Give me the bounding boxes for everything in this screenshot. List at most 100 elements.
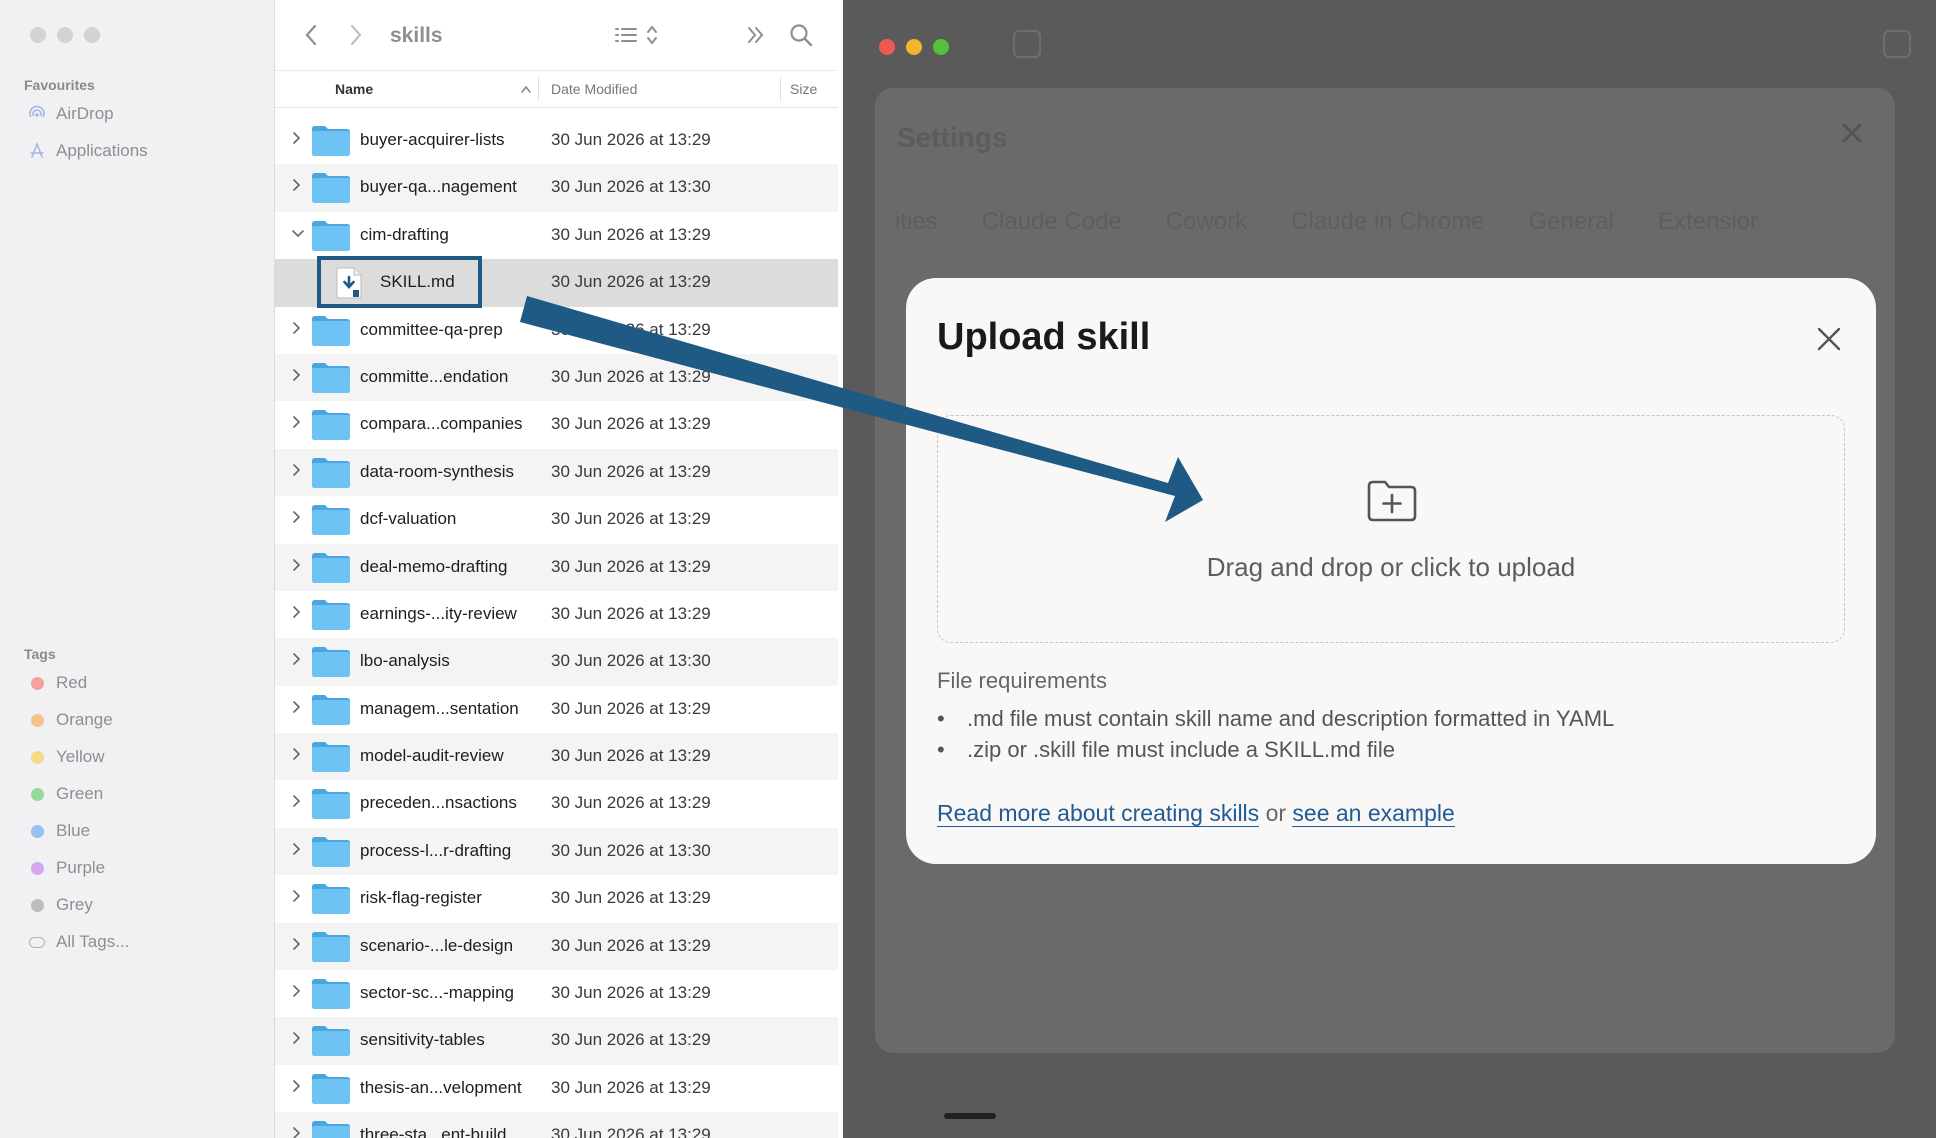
tab-claude-code[interactable]: Claude Code xyxy=(982,208,1122,236)
chevron-right-icon[interactable] xyxy=(292,558,302,571)
chevron-right-icon[interactable] xyxy=(292,1031,302,1045)
app-window: Settings ities Claude Code Cowork Claude in… xyxy=(843,0,1936,1138)
row-date: 30 Jun 2026 at 13:29 xyxy=(551,366,711,386)
sidebar-tag-purple[interactable]: Purple xyxy=(28,856,105,880)
sidebar-tag-green[interactable]: Green xyxy=(28,782,103,806)
chevron-right-icon[interactable] xyxy=(292,984,302,997)
minimize-window-button[interactable] xyxy=(57,27,73,43)
read-more-link[interactable]: Read more about creating skills xyxy=(937,800,1260,827)
app-close-window-button[interactable] xyxy=(879,39,895,55)
chevron-right-icon[interactable] xyxy=(292,652,302,666)
chevron-right-icon[interactable] xyxy=(292,368,302,381)
folder-row[interactable]: process-l...r-drafting 30 Jun 2026 at 13:… xyxy=(275,827,838,876)
chevron-right-icon[interactable] xyxy=(292,178,302,192)
folder-row[interactable]: data-room-synthesis 30 Jun 2026 at 13:29 xyxy=(275,448,838,497)
chevron-left-icon[interactable] xyxy=(303,22,319,54)
chevron-right-icon[interactable] xyxy=(292,1126,302,1138)
folder-row[interactable]: scenario-...le-design 30 Jun 2026 at 13:2… xyxy=(275,922,838,971)
close-window-button[interactable] xyxy=(30,27,46,43)
settings-title: Settings xyxy=(897,122,1008,153)
link-separator: or xyxy=(1265,800,1287,826)
tab-extensior[interactable]: Extensior xyxy=(1658,208,1758,236)
column-name[interactable]: Name xyxy=(335,71,373,107)
row-name: risk-flag-register xyxy=(360,888,482,908)
folder-row[interactable]: committe...endation 30 Jun 2026 at 13:29 xyxy=(275,353,838,402)
tag-color-dot xyxy=(28,785,46,803)
sidebar-item-label: Blue xyxy=(56,821,91,840)
folder-row[interactable]: earnings-...ity-review 30 Jun 2026 at 13:… xyxy=(275,591,838,638)
folder-row[interactable]: buyer-qa...nagement 30 Jun 2026 at 13:30 xyxy=(275,164,838,212)
chevron-right-icon[interactable] xyxy=(292,605,302,618)
chevron-right-icon[interactable] xyxy=(292,700,302,713)
tab-ities[interactable]: ities xyxy=(895,208,938,236)
sidebar-tag-yellow[interactable]: Yellow xyxy=(28,745,105,769)
chevron-right-icon[interactable] xyxy=(292,1079,302,1092)
sidebar-tag-orange[interactable]: Orange xyxy=(28,708,113,732)
chevron-right-icon[interactable] xyxy=(292,937,302,950)
search-icon[interactable] xyxy=(788,22,814,54)
app-window-controls xyxy=(879,39,949,55)
sidebar-all-tags[interactable]: All Tags... xyxy=(28,930,129,954)
settings-close-icon[interactable] xyxy=(1839,120,1865,154)
folder-row[interactable]: model-audit-review 30 Jun 2026 at 13:29 xyxy=(275,733,838,781)
folder-row[interactable]: buyer-acquirer-lists 30 Jun 2026 at 13:29 xyxy=(275,117,838,164)
window-action-icon[interactable] xyxy=(1883,30,1911,58)
sidebar-tag-red[interactable]: Red xyxy=(28,671,87,695)
app-zoom-window-button[interactable] xyxy=(933,39,949,55)
folder-icon xyxy=(311,931,351,963)
upload-dropzone[interactable]: Drag and drop or click to upload xyxy=(937,415,1845,643)
file-list: buyer-acquirer-lists 30 Jun 2026 at 13:29… xyxy=(275,117,838,1138)
folder-row[interactable]: thesis-an...velopment 30 Jun 2026 at 13:2… xyxy=(275,1065,838,1112)
scroll-indicator xyxy=(944,1113,996,1119)
close-icon[interactable] xyxy=(1813,323,1845,355)
finder-sidebar: Favourites AirDrop Applications Tags Red… xyxy=(0,0,275,1138)
list-view-icon[interactable] xyxy=(614,22,662,54)
chevron-right-icon[interactable] xyxy=(292,463,302,476)
chevron-right-icon[interactable] xyxy=(292,747,302,760)
tab-general[interactable]: General xyxy=(1529,208,1614,236)
tab-claude-in-chrome[interactable]: Claude in Chrome xyxy=(1291,208,1484,236)
chevron-right-icon[interactable] xyxy=(292,131,302,144)
sidebar-item-airdrop[interactable]: AirDrop xyxy=(28,102,114,126)
column-size[interactable]: Size xyxy=(790,71,817,107)
sidebar-tag-grey[interactable]: Grey xyxy=(28,893,93,917)
folder-row[interactable]: preceden...nsactions 30 Jun 2026 at 13:29 xyxy=(275,780,838,827)
folder-row[interactable]: three-sta...ent-build 30 Jun 2026 at 13:2… xyxy=(275,1112,838,1138)
folder-icon xyxy=(311,1025,351,1057)
zoom-window-button[interactable] xyxy=(84,27,100,43)
sidebar-toggle-icon[interactable] xyxy=(1013,30,1041,58)
chevron-right-icon[interactable] xyxy=(292,510,302,523)
chevron-right-icon[interactable] xyxy=(348,22,364,54)
folder-row[interactable]: deal-memo-drafting 30 Jun 2026 at 13:29 xyxy=(275,543,838,591)
folder-icon xyxy=(311,836,351,868)
row-date: 30 Jun 2026 at 13:29 xyxy=(551,509,711,529)
chevron-right-icon[interactable] xyxy=(292,842,302,855)
chevron-right-icon[interactable] xyxy=(292,415,302,429)
folder-row[interactable]: sensitivity-tables 30 Jun 2026 at 13:29 xyxy=(275,1017,838,1065)
folder-row[interactable]: managem...sentation 30 Jun 2026 at 13:29 xyxy=(275,686,838,733)
chevron-down-icon[interactable] xyxy=(292,226,304,237)
sidebar-tag-blue[interactable]: Blue xyxy=(28,819,90,843)
folder-row[interactable]: risk-flag-register 30 Jun 2026 at 13:29 xyxy=(275,875,838,922)
folder-row[interactable]: committee-qa-prep 30 Jun 2026 at 13:29 xyxy=(275,307,838,354)
file-row[interactable]: SKILL.md 30 Jun 2026 at 13:29 xyxy=(275,256,838,309)
tab-cowork[interactable]: Cowork xyxy=(1166,208,1247,236)
folder-row[interactable]: sector-sc...-mapping 30 Jun 2026 at 13:29 xyxy=(275,970,838,1017)
double-chevron-icon[interactable] xyxy=(745,22,767,54)
row-name: model-audit-review xyxy=(360,746,504,766)
app-minimize-window-button[interactable] xyxy=(906,39,922,55)
folder-icon xyxy=(311,552,351,584)
folder-row[interactable]: compara...companies 30 Jun 2026 at 13:29 xyxy=(275,401,838,448)
chevron-right-icon[interactable] xyxy=(292,794,302,808)
row-date: 30 Jun 2026 at 13:29 xyxy=(551,556,711,576)
see-example-link[interactable]: see an example xyxy=(1292,800,1455,827)
folder-row[interactable]: cim-drafting 30 Jun 2026 at 13:29 xyxy=(275,212,838,259)
sidebar-item-applications[interactable]: Applications xyxy=(28,139,148,163)
column-date-modified[interactable]: Date Modified xyxy=(551,71,637,107)
folder-row[interactable]: dcf-valuation 30 Jun 2026 at 13:29 xyxy=(275,496,838,543)
row-name: buyer-acquirer-lists xyxy=(360,130,505,149)
folder-row[interactable]: lbo-analysis 30 Jun 2026 at 13:30 xyxy=(275,638,838,686)
row-date: 30 Jun 2026 at 13:30 xyxy=(551,651,711,671)
chevron-right-icon[interactable] xyxy=(292,321,302,334)
chevron-right-icon[interactable] xyxy=(292,889,302,903)
